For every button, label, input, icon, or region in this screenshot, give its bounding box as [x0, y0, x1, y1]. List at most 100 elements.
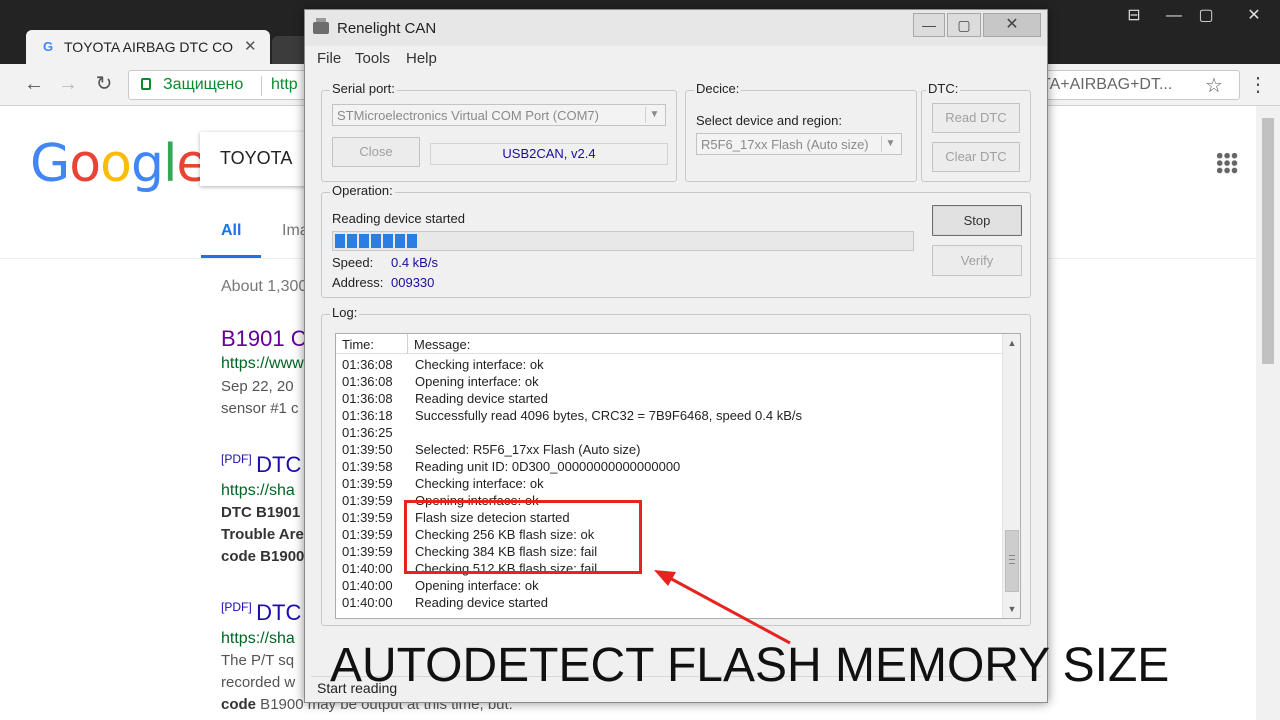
maximize-icon[interactable]: ▢	[947, 13, 981, 37]
maximize-icon[interactable]: ▢	[1190, 6, 1222, 26]
minimize-icon[interactable]: —	[913, 13, 945, 37]
clear-dtc-button[interactable]: Clear DTC	[932, 142, 1020, 172]
log-time: 01:36:08	[342, 374, 393, 389]
log-message: Reading unit ID: 0D300_00000000000000000	[415, 459, 681, 474]
logo-letter: o	[69, 134, 101, 194]
chevron-down-icon: ▼	[645, 107, 663, 123]
log-time: 01:36:18	[342, 408, 393, 423]
progress-segment	[335, 234, 345, 248]
log-time: 01:39:59	[342, 493, 393, 508]
read-dtc-button[interactable]: Read DTC	[932, 103, 1020, 133]
result-url[interactable]: https://sha	[221, 482, 295, 500]
progress-bar	[332, 231, 914, 251]
dtc-group-label: DTC:	[926, 81, 961, 96]
result-snippet: recorded w	[221, 674, 296, 691]
log-time: 01:39:50	[342, 442, 393, 457]
star-icon[interactable]: ☆	[1205, 73, 1223, 98]
result-title[interactable]: B1901 C	[221, 326, 307, 352]
log-message: Checking interface: ok	[415, 476, 544, 491]
log-row[interactable]: 01:39:59 Checking interface: ok	[336, 476, 1002, 493]
reload-icon[interactable]: ↻	[92, 72, 116, 96]
page-scrollbar[interactable]	[1256, 106, 1280, 720]
scrollbar-thumb[interactable]	[1262, 118, 1274, 364]
serial-port-select[interactable]: STMicroelectronics Virtual COM Port (COM…	[332, 104, 666, 126]
result-title-row[interactable]: [PDF] DTC	[221, 452, 301, 478]
log-row[interactable]: 01:36:25	[336, 425, 1002, 442]
secure-label: Защищено	[163, 76, 244, 93]
log-time: 01:36:08	[342, 391, 393, 406]
scroll-down-icon[interactable]: ▼	[1003, 600, 1020, 618]
device-group-label: Decice:	[694, 81, 742, 96]
serial-port-label: Serial port:	[330, 81, 397, 96]
result-url[interactable]: https://www	[221, 355, 304, 373]
result-title-row[interactable]: [PDF] DTC	[221, 600, 301, 626]
result-snippet: code B1900	[221, 548, 305, 565]
speed-value: 0.4 kB/s	[391, 255, 438, 270]
close-icon[interactable]: ✕	[1238, 6, 1270, 26]
menu-tools[interactable]: Tools	[355, 50, 390, 67]
browser-tab[interactable]: G TOYOTA AIRBAG DTC CO ✕	[26, 30, 270, 64]
grip-icon	[1009, 555, 1015, 564]
search-input[interactable]: TOYOTA	[200, 132, 320, 186]
log-scrollbar[interactable]: ▲ ▼	[1002, 334, 1020, 618]
log-group-label: Log:	[330, 305, 360, 320]
arrow-right-icon[interactable]: →	[56, 72, 80, 96]
result-title[interactable]: DTC	[256, 600, 301, 625]
device-select[interactable]: R5F6_17xx Flash (Auto size) ▼	[696, 133, 902, 155]
menu-bar: File Tools Help	[311, 48, 1041, 70]
app-icon	[313, 18, 329, 34]
scroll-up-icon[interactable]: ▲	[1003, 334, 1020, 352]
minimize-icon[interactable]: —	[1158, 6, 1190, 26]
log-row[interactable]: 01:36:08 Opening interface: ok	[336, 374, 1002, 391]
verify-button[interactable]: Verify	[932, 245, 1022, 276]
log-header: Time: Message:	[336, 334, 1002, 354]
apps-grid-icon[interactable]	[1216, 152, 1238, 174]
search-query: TOYOTA	[220, 148, 293, 168]
address-value: 009330	[391, 275, 435, 290]
address-separator	[261, 76, 262, 96]
close-port-button[interactable]: Close	[332, 137, 420, 167]
vertical-dots-icon[interactable]: ⋮	[1248, 72, 1268, 97]
log-message: Selected: R5F6_17xx Flash (Auto size)	[415, 442, 641, 457]
menu-help[interactable]: Help	[406, 50, 437, 67]
profile-icon[interactable]: ⊟	[1118, 6, 1150, 26]
scrollbar-thumb[interactable]	[1005, 530, 1019, 592]
lock-icon	[141, 78, 151, 90]
result-snippet: Trouble Are	[221, 526, 304, 543]
log-time: 01:36:25	[342, 425, 393, 440]
log-time: 01:40:00	[342, 578, 393, 593]
log-row[interactable]: 01:36:08 Checking interface: ok	[336, 357, 1002, 374]
log-row[interactable]: 01:36:08 Reading device started	[336, 391, 1002, 408]
result-url[interactable]: https://sha	[221, 630, 295, 648]
result-title[interactable]: DTC	[256, 452, 301, 477]
progress-segment	[347, 234, 357, 248]
column-header-time[interactable]: Time:	[336, 334, 408, 354]
tab-all[interactable]: All	[221, 222, 241, 240]
google-logo[interactable]: Google	[30, 134, 208, 194]
log-row[interactable]: 01:36:18 Successfully read 4096 bytes, CR…	[336, 408, 1002, 425]
select-device-label: Select device and region:	[696, 113, 842, 128]
arrow-left-icon[interactable]: ←	[22, 72, 46, 96]
window-title: Renelight CAN	[337, 20, 437, 37]
result-snippet: The P/T sq	[221, 652, 295, 669]
operation-status: Reading device started	[332, 211, 465, 226]
connection-status: USB2CAN, v2.4	[430, 143, 668, 165]
log-message: Reading device started	[415, 391, 548, 406]
menu-file[interactable]: File	[317, 50, 341, 67]
log-time: 01:39:59	[342, 476, 393, 491]
log-message: Opening interface: ok	[415, 578, 539, 593]
tab-close-icon[interactable]: ✕	[244, 37, 257, 55]
operation-group-label: Operation:	[330, 183, 395, 198]
window-titlebar[interactable]: Renelight CAN — ▢ ✕	[305, 10, 1047, 46]
progress-segment	[371, 234, 381, 248]
close-icon[interactable]: ✕	[983, 13, 1041, 37]
log-row[interactable]: 01:39:58 Reading unit ID: 0D300_000000000…	[336, 459, 1002, 476]
result-snippet: sensor #1 c	[221, 400, 299, 417]
column-header-message[interactable]: Message:	[414, 337, 470, 352]
speed-label: Speed:	[332, 255, 374, 270]
log-message: Successfully read 4096 bytes, CRC32 = 7B…	[415, 408, 802, 423]
stop-button[interactable]: Stop	[932, 205, 1022, 236]
result-stats: About 1,300	[221, 278, 308, 295]
log-row[interactable]: 01:39:50 Selected: R5F6_17xx Flash (Auto …	[336, 442, 1002, 459]
logo-letter: G	[30, 134, 70, 194]
